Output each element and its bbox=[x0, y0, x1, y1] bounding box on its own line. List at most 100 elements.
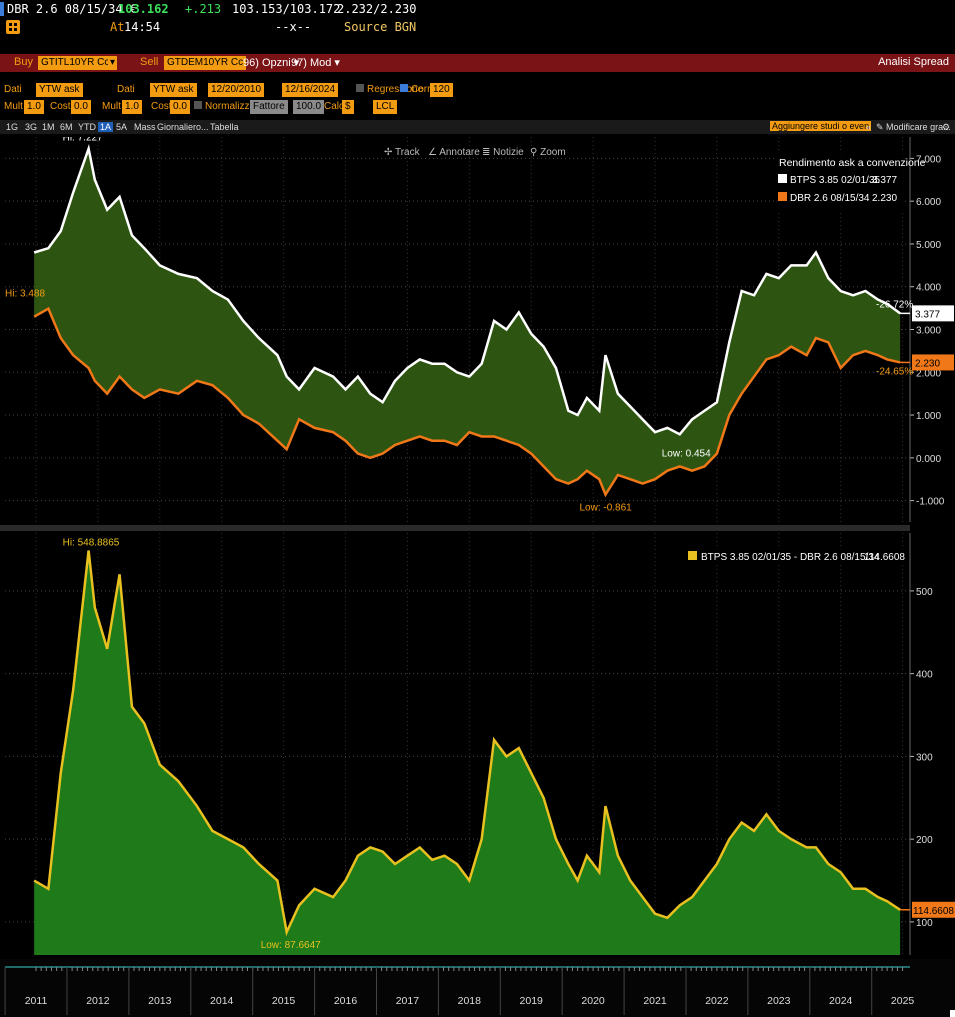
window-edge bbox=[950, 1010, 955, 1017]
y-tick-label: 6.000 bbox=[916, 197, 941, 208]
legend-label-dbr: DBR 2.6 08/15/34 bbox=[790, 193, 870, 204]
dati1-label: Dati bbox=[4, 84, 22, 95]
change-label-btps: -26.72% bbox=[876, 299, 913, 310]
legend-title: Rendimento ask a convenzione bbox=[779, 157, 926, 169]
low-label-btps: Low: 0.454 bbox=[662, 448, 711, 459]
zoom-button[interactable]: ⚲ Zoom bbox=[530, 147, 566, 158]
high-label-dbr: Hi: 3.488 bbox=[5, 289, 45, 300]
date-to-field[interactable]: 12/16/2024 bbox=[282, 83, 339, 97]
buy-ticker-field[interactable]: GTITL10YR Cc bbox=[38, 56, 113, 70]
cost1-label: Cost bbox=[50, 101, 71, 112]
last-value-spread: 114.6608 bbox=[913, 906, 954, 917]
x-axis: 2011 2012 2013 2014 2015 2016 2017 2018 2019 2020… bbox=[0, 959, 955, 1017]
params-panel: Dati YTW ask Dati YTW ask 12/20/2010 12/… bbox=[0, 82, 955, 116]
modify-label: Modificare gra... bbox=[886, 122, 951, 132]
legend-swatch-btps bbox=[778, 174, 787, 183]
y-tick-label: 500 bbox=[916, 587, 933, 598]
y-tick-label: 0.000 bbox=[916, 454, 941, 465]
tab-3g[interactable]: 3G bbox=[25, 122, 37, 132]
dati2-field[interactable]: YTW ask bbox=[150, 83, 197, 97]
corr-checkbox[interactable]: Corr bbox=[400, 84, 430, 95]
x-axis-band bbox=[0, 959, 955, 1017]
x-tick-label: 2018 bbox=[458, 995, 482, 1007]
panel-divider[interactable] bbox=[0, 525, 910, 531]
corr-field[interactable]: 120 bbox=[430, 83, 453, 97]
calc-field[interactable]: $ bbox=[342, 100, 354, 114]
at-label: At bbox=[110, 20, 125, 34]
y-tick-label: 5.000 bbox=[916, 240, 941, 251]
period-tabs: 1G 3G 1M 6M YTD 1A 5A Mass Giornaliero..… bbox=[0, 120, 955, 134]
cost2-field[interactable]: 0.0 bbox=[170, 100, 190, 114]
news-button[interactable]: ≣ Notizie bbox=[482, 147, 524, 158]
terminal-window: DBR 2.6 08/15/34 € 103.162 +.213 103.153… bbox=[0, 0, 955, 1017]
yield-bid-ask: 2.232/2.230 bbox=[337, 2, 417, 16]
accent-bar bbox=[0, 2, 4, 16]
bottom-legend: BTPS 3.85 02/01/35 - DBR 2.6 08/15/34 11… bbox=[683, 547, 905, 565]
tab-1m[interactable]: 1M bbox=[42, 122, 55, 132]
gear-icon[interactable]: ⚙ bbox=[942, 122, 950, 133]
date-from-field[interactable]: 12/20/2010 bbox=[208, 83, 265, 97]
cost1-field[interactable]: 0.0 bbox=[71, 100, 91, 114]
x-tick-label: 2011 bbox=[25, 995, 48, 1007]
x-tick-label: 2024 bbox=[829, 995, 853, 1007]
add-studies-button[interactable]: Aggiungere studi o even bbox=[770, 121, 872, 131]
buy-label: Buy bbox=[14, 56, 33, 68]
sell-ticker-field[interactable]: GTDEM10YR Cc bbox=[164, 56, 247, 70]
buy-dropdown[interactable]: ▾ bbox=[108, 56, 118, 70]
last-value-dbr: 2.230 bbox=[915, 358, 940, 369]
track-icon: ✢ bbox=[384, 147, 395, 158]
x-tick-label: 2022 bbox=[705, 995, 729, 1007]
tab-tabella[interactable]: Tabella bbox=[210, 122, 239, 132]
x-tick-label: 2023 bbox=[767, 995, 791, 1007]
mult2-field[interactable]: 1.0 bbox=[122, 100, 142, 114]
tab-5a[interactable]: 5A bbox=[116, 122, 127, 132]
tab-1g[interactable]: 1G bbox=[6, 122, 18, 132]
grid-icon[interactable] bbox=[6, 20, 20, 34]
normalize-field[interactable]: Fattore bbox=[250, 100, 288, 114]
legend-label-btps: BTPS 3.85 02/01/35 bbox=[790, 175, 881, 186]
mult1-field[interactable]: 1.0 bbox=[24, 100, 44, 114]
tab-mass[interactable]: Mass bbox=[134, 122, 156, 132]
y-tick-label: 4.000 bbox=[916, 283, 941, 294]
annotate-button[interactable]: ∠ Annotare bbox=[428, 147, 480, 158]
tab-ytd[interactable]: YTD bbox=[78, 122, 96, 132]
page-title: Analisi Spread bbox=[878, 56, 949, 68]
legend-label-spread: BTPS 3.85 02/01/35 - DBR 2.6 08/15/34 bbox=[701, 552, 880, 563]
source-label: Source BGN bbox=[344, 20, 417, 34]
price-value: 103.162 bbox=[118, 2, 169, 16]
legend-value-spread: 114.6608 bbox=[864, 552, 905, 563]
x-tick-label: 2016 bbox=[334, 995, 358, 1007]
price-change: +.213 bbox=[185, 2, 222, 16]
y-tick-label: 300 bbox=[916, 752, 933, 763]
y-tick-label: 1.000 bbox=[916, 411, 941, 422]
legend-swatch-dbr bbox=[778, 192, 787, 201]
dati2-label: Dati bbox=[117, 84, 135, 95]
mod-menu[interactable]: 97) Mod ▾ bbox=[291, 56, 340, 69]
chart-area[interactable]: -1.0000.0001.0002.0003.0004.0005.0006.00… bbox=[0, 137, 955, 1017]
tab-1a[interactable]: 1A bbox=[98, 122, 114, 132]
normalize-num-field[interactable]: 100.0 bbox=[293, 100, 325, 114]
x-tick-label: 2020 bbox=[581, 995, 605, 1007]
quote-header: DBR 2.6 08/15/34 € 103.162 +.213 103.153… bbox=[0, 0, 955, 38]
dati1-field[interactable]: YTW ask bbox=[36, 83, 83, 97]
lcl-field[interactable]: LCL bbox=[373, 100, 398, 114]
x-tick-label: 2025 bbox=[891, 995, 915, 1007]
y-tick-label: 100 bbox=[916, 918, 933, 929]
bid-ask: 103.153/103.172 bbox=[232, 2, 341, 16]
news-icon: ≣ bbox=[482, 147, 493, 158]
change-label-dbr: -24.65% bbox=[876, 366, 913, 377]
modify-button[interactable]: ✎ Modificare gra... bbox=[876, 122, 951, 133]
x-tick-label: 2013 bbox=[148, 995, 172, 1007]
tab-giornaliero[interactable]: Giornaliero... bbox=[157, 122, 209, 132]
x-tick-label: 2017 bbox=[396, 995, 420, 1007]
track-button[interactable]: ✢ Track bbox=[384, 147, 421, 158]
collapse-icon[interactable]: « bbox=[866, 122, 871, 132]
y-tick-label: 3.000 bbox=[916, 326, 941, 337]
x-tick-label: 2015 bbox=[272, 995, 296, 1007]
y-tick-label: -1.000 bbox=[916, 497, 945, 508]
low-label-spread: Low: 87.6647 bbox=[261, 940, 321, 951]
tab-6m[interactable]: 6M bbox=[60, 122, 73, 132]
zoom-icon: ⚲ bbox=[530, 147, 540, 158]
legend-value-dbr: 2.230 bbox=[872, 193, 897, 204]
sep-value: --x-- bbox=[275, 20, 312, 34]
